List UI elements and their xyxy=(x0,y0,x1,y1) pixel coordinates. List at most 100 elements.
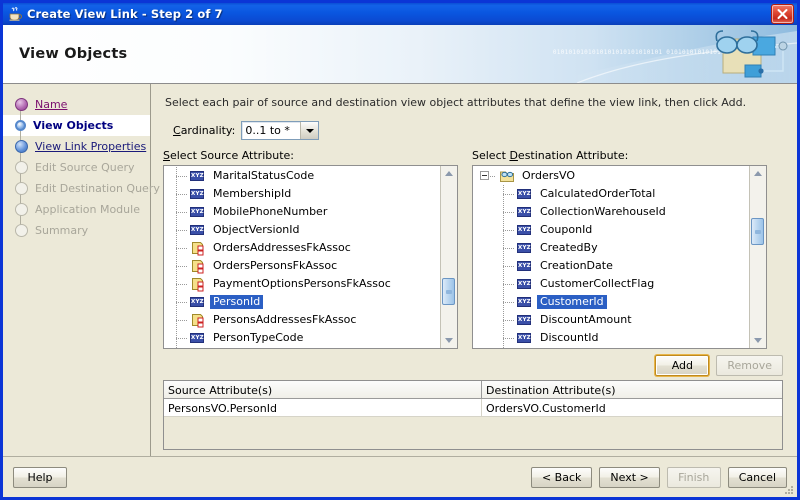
scrollbar-thumb[interactable] xyxy=(751,218,764,245)
sidebar-item-name[interactable]: Name xyxy=(3,94,150,131)
scroll-down-icon[interactable] xyxy=(750,333,766,348)
destination-attribute-list[interactable]: OrdersVO XYZ CalculatedOrderTotal XYZ Co… xyxy=(472,165,767,349)
list-item-label: DiscountAmount xyxy=(540,313,632,326)
source-attribute-list[interactable]: XYZ MaritalStatusCode XYZ MembershipId X xyxy=(163,165,458,349)
step-bullet-icon xyxy=(15,182,28,195)
scroll-down-icon[interactable] xyxy=(441,333,457,348)
column-header-destination: Destination Attribute(s) xyxy=(486,383,616,397)
list-item-selected[interactable]: XYZ CustomerId xyxy=(473,293,749,311)
list-item[interactable]: XYZ MembershipId xyxy=(164,185,440,203)
attribute-xyz-icon: XYZ xyxy=(517,315,531,325)
next-button[interactable]: Next > xyxy=(599,466,660,488)
cardinality-select[interactable]: 0..1 to * xyxy=(241,121,320,140)
scrollbar-thumb[interactable] xyxy=(442,278,455,305)
list-item[interactable]: XYZ CreatedBy xyxy=(473,239,749,257)
tree-root-item[interactable]: OrdersVO xyxy=(473,167,749,185)
list-item[interactable]: XYZ CollectionWarehouseId xyxy=(473,203,749,221)
list-item[interactable]: XYZ DiscountAmount xyxy=(473,311,749,329)
java-coffee-cup-icon xyxy=(7,6,23,22)
cancel-button[interactable]: Cancel xyxy=(727,466,787,488)
resize-grip-icon[interactable] xyxy=(783,484,795,496)
sidebar-item-label: Summary xyxy=(35,224,89,237)
list-item-selected[interactable]: XYZ PersonId xyxy=(164,293,440,311)
sidebar-item-summary: Summary xyxy=(3,220,150,241)
chevron-down-icon[interactable] xyxy=(300,122,319,139)
list-item[interactable]: XYZ CustomerCollectFlag xyxy=(473,275,749,293)
table-row[interactable]: PersonsVO.PersonId OrdersVO.CustomerId xyxy=(164,399,782,417)
sidebar-item-edit-source-query: Edit Source Query xyxy=(3,157,150,194)
step-bullet-icon xyxy=(15,140,28,153)
list-item-label: MobilePhoneNumber xyxy=(213,205,328,218)
attribute-xyz-icon: XYZ xyxy=(190,297,204,307)
list-item[interactable]: XYZ CreationDate xyxy=(473,257,749,275)
back-button-label: < Back xyxy=(541,470,582,484)
list-item[interactable]: XYZ ObjectVersionId xyxy=(164,221,440,239)
list-item[interactable]: PersonsAddressesFkAssoc xyxy=(164,311,440,329)
list-item[interactable]: XYZ FreeShippingFlag xyxy=(473,347,749,348)
attribute-xyz-icon: XYZ xyxy=(190,333,204,343)
sidebar-item-label: Application Module xyxy=(35,203,140,216)
destination-attribute-panel: Select Destination Attribute: OrdersVO X… xyxy=(472,149,767,349)
list-item[interactable]: XYZ CalculatedOrderTotal xyxy=(473,185,749,203)
title-bar[interactable]: Create View Link - Step 2 of 7 xyxy=(3,3,797,25)
association-icon xyxy=(190,258,206,274)
view-object-glasses-icon xyxy=(567,30,797,83)
dialog-body: Name View Objects View Link Properties E… xyxy=(3,84,797,456)
list-item-label: OrdersAddressesFkAssoc xyxy=(213,241,351,254)
sidebar-item-edit-destination-query: Edit Destination Query xyxy=(3,178,160,215)
scroll-up-icon[interactable] xyxy=(441,166,457,181)
list-item-label: CreatedBy xyxy=(540,241,598,254)
list-item-label: PaymentOptionsPersonsFkAssoc xyxy=(213,277,391,290)
footer-divider xyxy=(3,456,797,457)
help-button[interactable]: Help xyxy=(13,466,67,488)
list-item[interactable]: XYZ CouponId xyxy=(473,221,749,239)
attribute-xyz-icon: XYZ xyxy=(190,347,206,348)
source-attribute-panel: Select Source Attribute: XYZ MaritalStat… xyxy=(163,149,458,349)
remove-button-label: Remove xyxy=(727,359,772,372)
attribute-pairs-table[interactable]: Source Attribute(s) Destination Attribut… xyxy=(163,380,783,450)
destination-list-scrollbar[interactable] xyxy=(749,166,766,348)
list-item-label: CalculatedOrderTotal xyxy=(540,187,656,200)
destination-attribute-label: Select Destination Attribute: xyxy=(472,149,629,162)
list-item-label: PersonsAddressesFkAssoc xyxy=(213,313,357,326)
close-icon[interactable] xyxy=(771,4,794,24)
step-bullet-icon xyxy=(15,224,28,237)
list-item[interactable]: OrdersPersonsFkAssoc xyxy=(164,257,440,275)
source-list-scrollbar[interactable] xyxy=(440,166,457,348)
source-list-items: XYZ MaritalStatusCode XYZ MembershipId X xyxy=(164,166,440,348)
collapse-expander-icon[interactable] xyxy=(480,171,489,180)
source-attribute-label: Select Source Attribute: xyxy=(163,149,294,162)
sidebar-item-view-link-properties[interactable]: View Link Properties xyxy=(3,136,150,173)
back-button[interactable]: < Back xyxy=(530,466,593,488)
sidebar-item-label: View Objects xyxy=(33,119,114,132)
add-button-label: Add xyxy=(671,359,693,372)
attribute-xyz-icon: XYZ xyxy=(190,225,204,235)
step-bullet-icon xyxy=(15,203,28,216)
association-icon xyxy=(190,312,206,328)
list-item[interactable]: XYZ DiscountId xyxy=(473,329,749,347)
sidebar-item-view-objects[interactable]: View Objects xyxy=(3,115,150,152)
list-item[interactable]: PaymentOptionsPersonsFkAssoc xyxy=(164,275,440,293)
instruction-text: Select each pair of source and destinati… xyxy=(165,96,747,109)
attribute-xyz-icon: XYZ xyxy=(190,189,204,199)
list-item[interactable]: OrdersAddressesFkAssoc xyxy=(164,239,440,257)
attribute-xyz-icon: XYZ xyxy=(190,171,204,181)
list-item-label: FreeShippingFlag xyxy=(537,347,637,348)
add-remove-row: Add Remove xyxy=(163,355,783,376)
list-item[interactable]: XYZ PersonTypeCode xyxy=(164,329,440,347)
list-item-label: DiscountId xyxy=(540,331,599,344)
list-item-label: PersonTypeCode xyxy=(213,331,304,344)
attribute-xyz-icon: XYZ xyxy=(517,225,531,235)
list-item[interactable]: XYZ MobilePhoneNumber xyxy=(164,203,440,221)
attribute-xyz-icon: XYZ xyxy=(517,261,531,271)
add-button[interactable]: Add xyxy=(655,355,710,376)
footer-nav-buttons: < Back Next > Finish Cancel xyxy=(530,466,787,488)
list-item[interactable]: XYZ MaritalStatusCode xyxy=(164,167,440,185)
finish-button: Finish xyxy=(666,466,721,488)
destination-list-items: OrdersVO XYZ CalculatedOrderTotal XYZ Co… xyxy=(473,166,749,348)
scroll-up-icon[interactable] xyxy=(750,166,766,181)
list-item[interactable]: XYZ PhoneNumber xyxy=(164,347,440,348)
cardinality-row: Cardinality: 0..1 to * xyxy=(173,121,787,140)
list-item-label: PhoneNumber xyxy=(210,347,294,348)
list-item-label: CouponId xyxy=(540,223,593,236)
